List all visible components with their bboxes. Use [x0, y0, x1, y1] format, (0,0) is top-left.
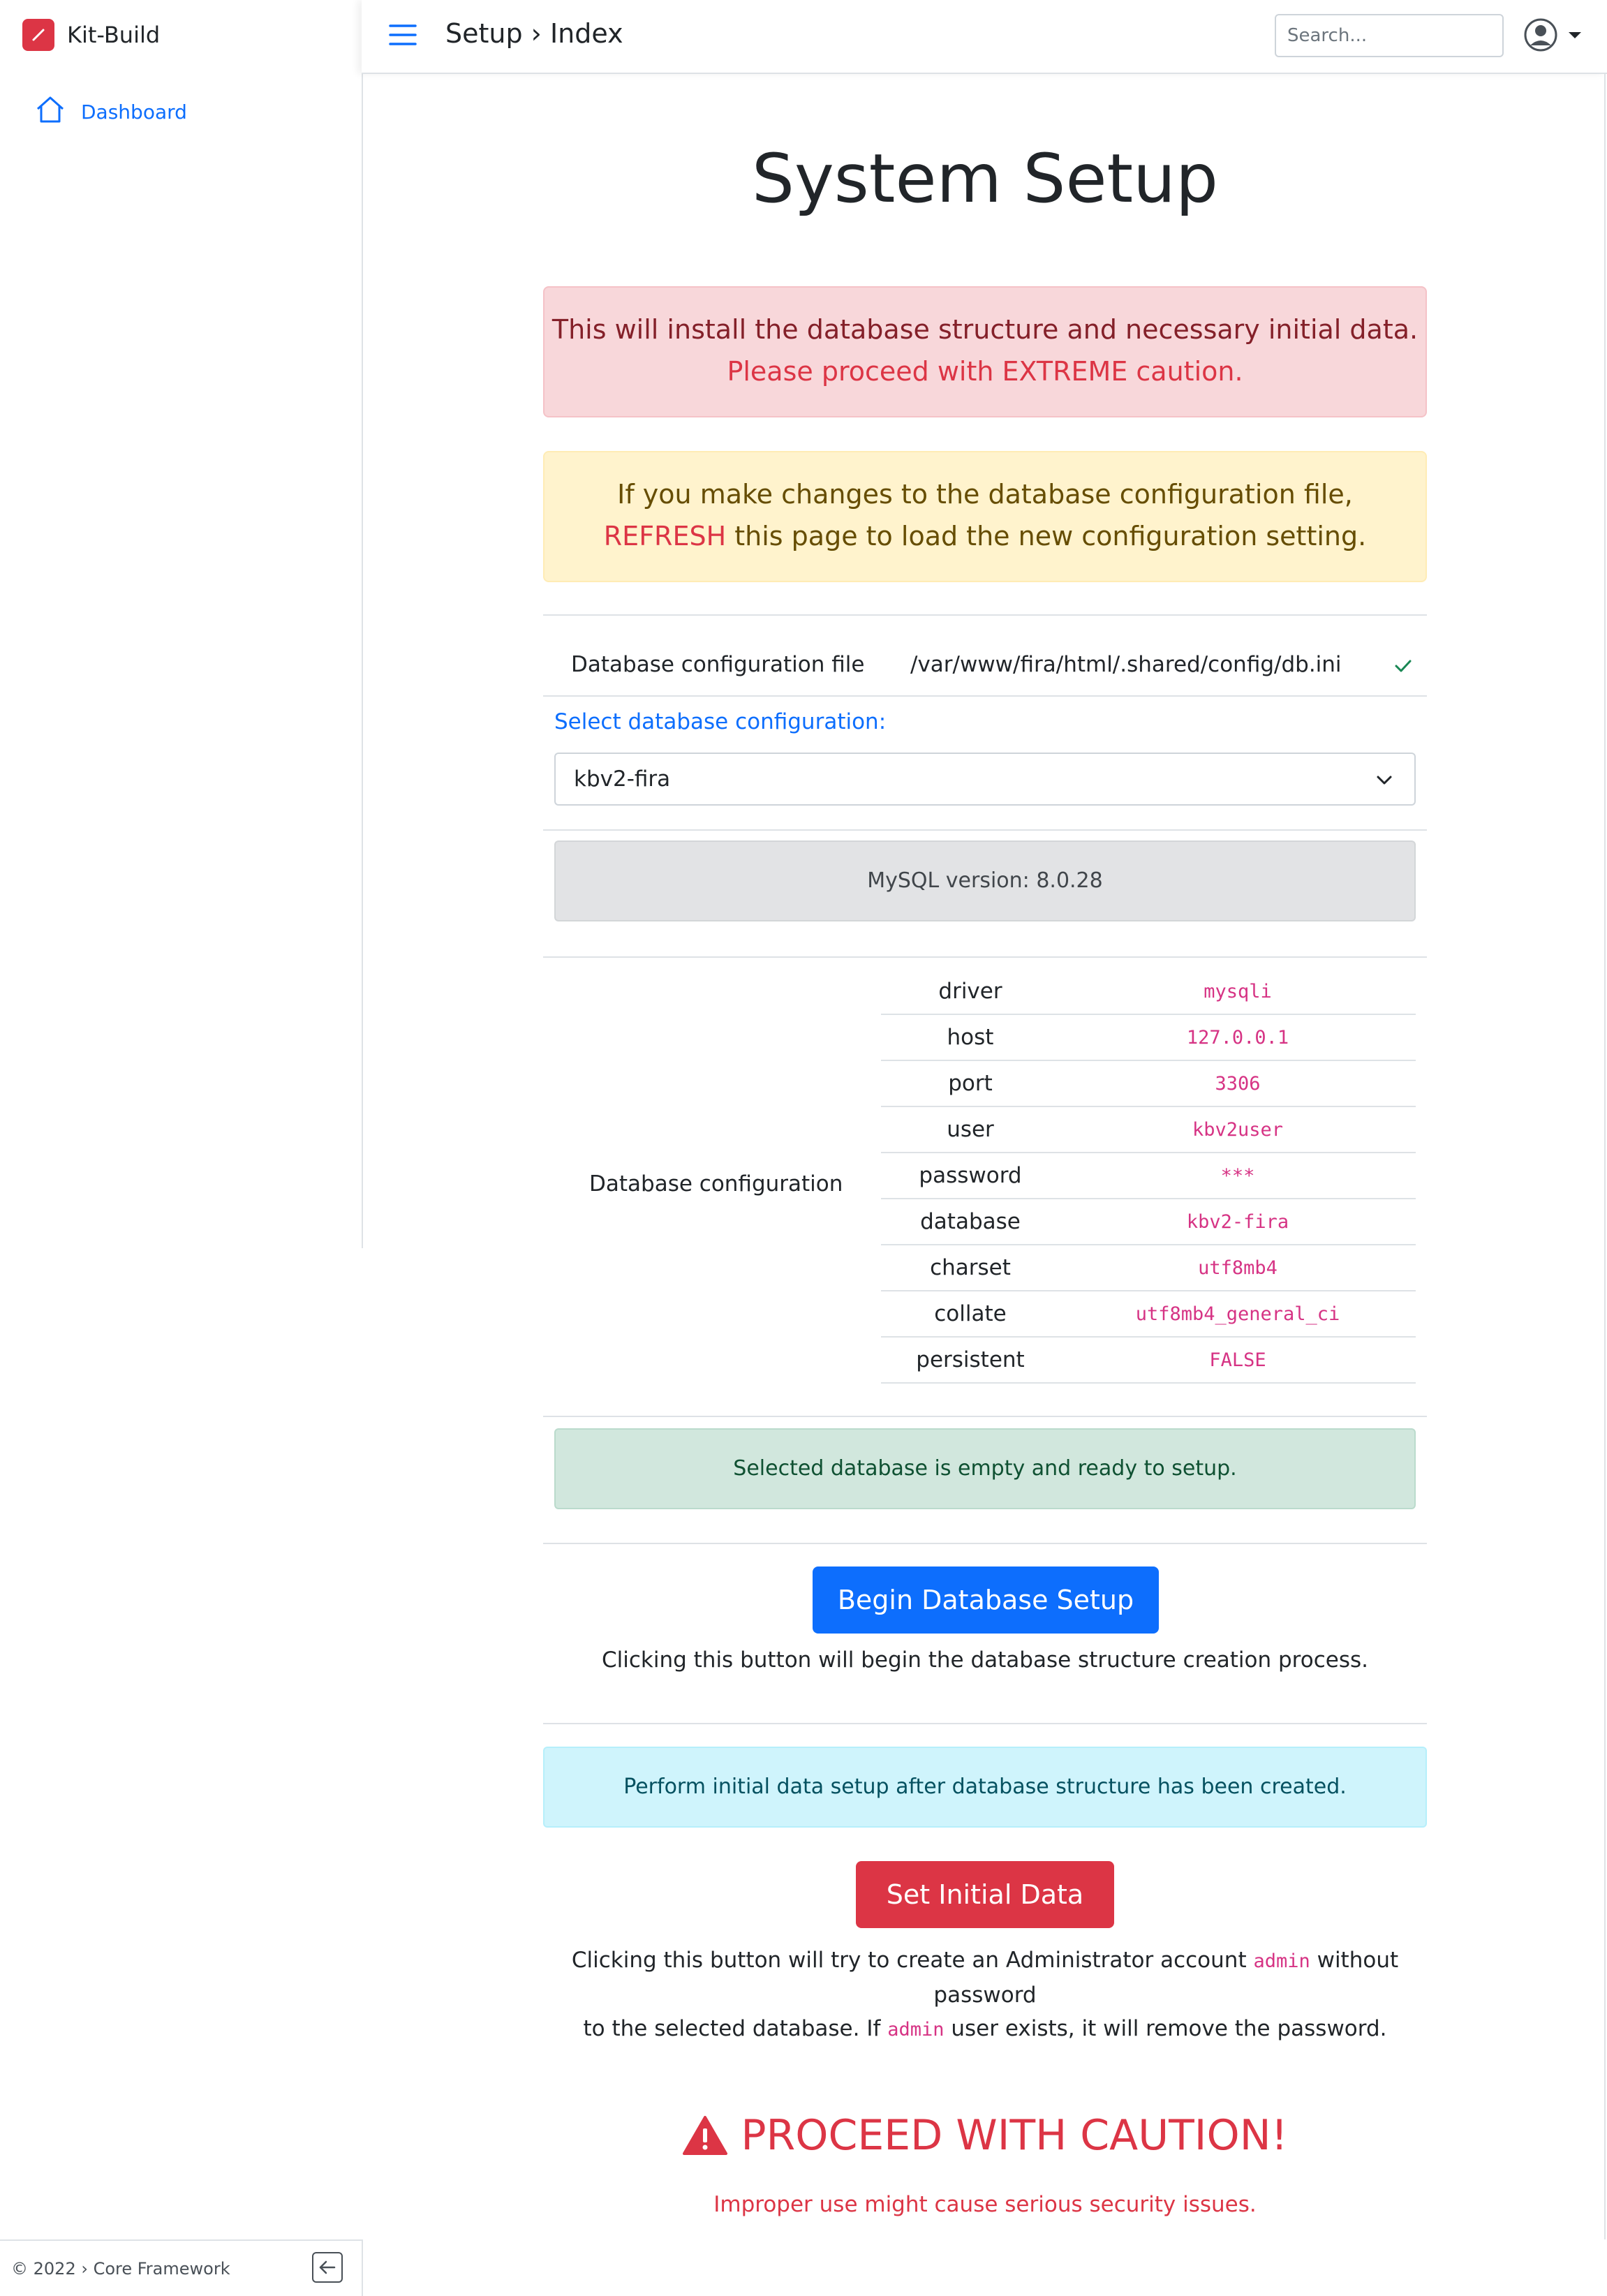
- warning-alert-line2-text: this page to load the new configuration …: [726, 521, 1367, 551]
- table-row: persistent FALSE: [881, 1337, 1416, 1384]
- main-content: System Setup This will install the datab…: [363, 73, 1607, 2239]
- db-config-table: driver mysqli host 127.0.0.1 port 3306 user…: [881, 969, 1416, 1384]
- table-row: collate utf8mb4_general_ci: [881, 1291, 1416, 1338]
- table-row: charset utf8mb4: [881, 1245, 1416, 1291]
- select-config-label: Select database configuration:: [554, 709, 887, 734]
- success-alert: Selected database is empty and ready to …: [554, 1428, 1416, 1509]
- menu-toggle-icon[interactable]: [388, 22, 417, 47]
- divider: [543, 1416, 1427, 1417]
- chevron-down-icon: [1377, 776, 1392, 785]
- topbar: Setup › Index: [362, 0, 1607, 74]
- config-key: port: [881, 1060, 1060, 1107]
- caret-down-icon: [1569, 32, 1581, 38]
- table-row: driver mysqli: [881, 969, 1416, 1015]
- initial-data-help-line1: Clicking this button will try to create …: [543, 1943, 1427, 2012]
- warning-triangle-icon: [683, 2116, 728, 2155]
- caution-title: PROCEED WITH CAUTION!: [741, 2111, 1288, 2160]
- admin-code: admin: [887, 2019, 945, 2041]
- config-file-path: /var/www/fira/html/.shared/config/db.ini: [910, 652, 1342, 677]
- sidebar: Kit-Build Dashboard: [0, 0, 363, 1248]
- admin-code: admin: [1253, 1950, 1310, 1972]
- search-input[interactable]: [1275, 14, 1504, 57]
- brand-name: Kit-Build: [67, 22, 161, 48]
- user-menu[interactable]: [1523, 15, 1590, 54]
- brand[interactable]: Kit-Build: [0, 0, 362, 71]
- danger-alert-line1: This will install the database structure…: [551, 314, 1419, 345]
- warning-alert: If you make changes to the database conf…: [543, 451, 1427, 582]
- table-row: password ***: [881, 1153, 1416, 1199]
- danger-alert: This will install the database structure…: [543, 286, 1427, 417]
- begin-database-setup-button[interactable]: Begin Database Setup: [813, 1567, 1159, 1634]
- sidebar-item-label: Dashboard: [81, 100, 187, 124]
- breadcrumb: Setup › Index: [445, 18, 623, 49]
- config-key: database: [881, 1199, 1060, 1245]
- config-key: password: [881, 1153, 1060, 1199]
- table-row: database kbv2-fira: [881, 1199, 1416, 1245]
- table-row: port 3306: [881, 1060, 1416, 1107]
- table-row: host 127.0.0.1: [881, 1014, 1416, 1061]
- divider: [543, 829, 1427, 831]
- danger-alert-line2: Please proceed with EXTREME caution.: [727, 356, 1243, 387]
- refresh-highlight: REFRESH: [603, 521, 727, 551]
- check-icon: [1395, 660, 1412, 672]
- caution-heading: PROCEED WITH CAUTION!: [543, 2111, 1427, 2160]
- brand-logo-icon: [22, 19, 54, 51]
- config-key: user: [881, 1106, 1060, 1153]
- sidebar-item-dashboard[interactable]: Dashboard: [35, 95, 187, 128]
- config-value: kbv2-fira: [1060, 1199, 1416, 1245]
- config-value: ***: [1060, 1153, 1416, 1199]
- db-config-label: Database configuration: [589, 1171, 843, 1197]
- begin-setup-help: Clicking this button will begin the data…: [601, 1647, 1368, 1673]
- config-value: 127.0.0.1: [1060, 1014, 1416, 1061]
- warning-alert-line1: If you make changes to the database conf…: [617, 479, 1353, 510]
- user-avatar-icon: [1524, 18, 1557, 52]
- initial-data-help-line2: to the selected database. If admin user …: [543, 2012, 1427, 2047]
- help-text: to the selected database. If: [583, 2016, 888, 2041]
- footer-copyright: © 2022 › Core Framework: [11, 2259, 230, 2279]
- caution-subtitle: Improper use might cause serious securit…: [713, 2192, 1257, 2217]
- config-key: driver: [881, 969, 1060, 1015]
- set-initial-data-button[interactable]: Set Initial Data: [856, 1861, 1114, 1928]
- divider: [543, 1543, 1427, 1544]
- page-title: System Setup: [752, 140, 1218, 218]
- initial-data-help: Clicking this button will try to create …: [543, 1943, 1427, 2047]
- help-text: Clicking this button will try to create …: [571, 1948, 1254, 1973]
- divider: [543, 956, 1427, 958]
- config-key: persistent: [881, 1337, 1060, 1384]
- config-file-label: Database configuration file: [571, 652, 865, 677]
- config-value: utf8mb4: [1060, 1245, 1416, 1291]
- select-value: kbv2-fira: [574, 766, 671, 792]
- divider: [543, 614, 1427, 616]
- table-row: user kbv2user: [881, 1106, 1416, 1153]
- config-value: 3306: [1060, 1060, 1416, 1107]
- help-text: user exists, it will remove the password…: [944, 2016, 1387, 2041]
- divider: [543, 695, 1427, 697]
- config-key: collate: [881, 1291, 1060, 1338]
- warning-alert-line2: REFRESH this page to load the new config…: [545, 515, 1425, 557]
- info-alert: Perform initial data setup after databas…: [543, 1747, 1427, 1828]
- config-value: mysqli: [1060, 969, 1416, 1015]
- config-key: charset: [881, 1245, 1060, 1291]
- home-icon: [35, 95, 66, 129]
- divider: [543, 1723, 1427, 1724]
- arrow-left-icon: [319, 2260, 336, 2274]
- mysql-version: MySQL version: 8.0.28: [554, 840, 1416, 921]
- config-value: kbv2user: [1060, 1106, 1416, 1153]
- database-config-select[interactable]: kbv2-fira: [554, 753, 1416, 806]
- config-value: FALSE: [1060, 1337, 1416, 1384]
- config-value: utf8mb4_general_ci: [1060, 1291, 1416, 1338]
- config-key: host: [881, 1014, 1060, 1061]
- sidebar-footer: © 2022 › Core Framework: [0, 2239, 363, 2296]
- sidebar-collapse-button[interactable]: [312, 2252, 343, 2283]
